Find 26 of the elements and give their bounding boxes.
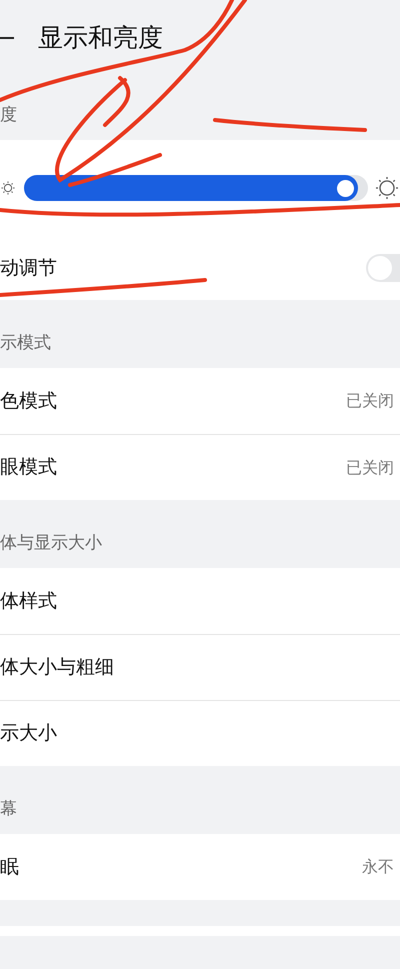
row-label: 色模式: [0, 388, 57, 414]
section-header: 度: [0, 104, 17, 126]
brightness-slider-fill[interactable]: [24, 175, 358, 201]
row-value: 永不: [362, 856, 394, 878]
auto-adjust-toggle[interactable]: [366, 254, 400, 282]
row-value: 已关闭: [346, 390, 394, 412]
page-title: 显示和亮度: [38, 22, 163, 54]
section-header: 示模式: [0, 332, 51, 356]
settings-row[interactable]: 体大小与粗细: [0, 634, 400, 700]
row-label: 示大小: [0, 721, 57, 746]
settings-row[interactable]: 体样式: [0, 568, 400, 634]
settings-row[interactable]: 示大小: [0, 700, 400, 766]
sun-icon: [376, 177, 398, 199]
back-icon[interactable]: [0, 36, 14, 40]
settings-row[interactable]: 眼模式 已关闭: [0, 434, 400, 500]
settings-row[interactable]: 色模式 已关闭: [0, 368, 400, 434]
row-label: 眼模式: [0, 455, 57, 480]
settings-row[interactable]: 眠 永不: [0, 834, 400, 900]
auto-adjust-label: 动调节: [0, 256, 57, 281]
row-label: 眠: [0, 854, 19, 880]
section-header: 幕: [0, 798, 17, 822]
sun-icon: [0, 180, 16, 196]
row-label: 体样式: [0, 588, 57, 614]
row-label: 体大小与粗细: [0, 655, 114, 680]
row-value: 已关闭: [346, 456, 394, 478]
section-header: 体与显示大小: [0, 532, 102, 556]
